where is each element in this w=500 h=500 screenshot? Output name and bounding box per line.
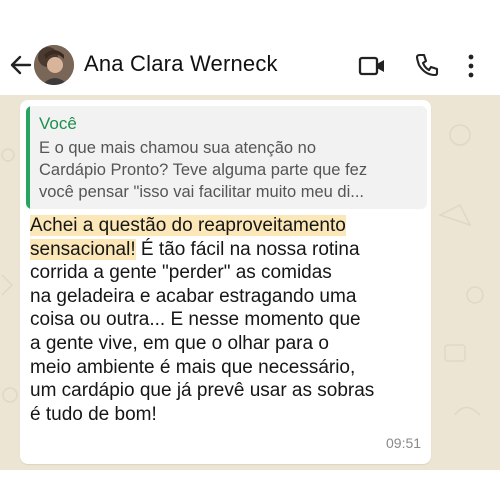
message-timestamp: 09:51 [386,435,422,451]
message-line: é tudo de bom! [30,403,157,425]
message-line: corrida a gente "perder" as comidas [30,262,332,284]
highlighted-text: Achei a questão do reaproveitamento [30,215,346,236]
quote-text: E o que mais chamou sua atenção no Cardá… [39,137,419,203]
message-line: um cardápio que já prevê usar as sobras [30,380,375,402]
phone-icon[interactable] [414,52,440,83]
quote-line: você pensar "isso vai facilitar muito me… [39,183,364,201]
quoted-message[interactable]: Você E o que mais chamou sua atenção no … [26,106,427,209]
message-line: meio ambiente é mais que necessário, [30,356,356,378]
highlighted-text: sensacional! [30,238,136,260]
video-call-icon[interactable] [358,55,386,82]
message-line: coisa ou outra... E nesse momento que [30,309,361,331]
message-text: Achei a questão do reaproveitamento sens… [30,214,420,426]
bottom-margin [0,470,500,500]
back-arrow-icon[interactable] [8,52,34,78]
message-line: na geladeira e acabar estragando uma [30,285,357,307]
message-line: a gente vive, em que o olhar para o [30,332,329,354]
quote-accent-bar [26,106,30,209]
quote-line: E o que mais chamou sua atenção no [39,139,317,157]
quote-line: Cardápio Pronto? Teve alguma parte que f… [39,161,368,179]
chat-header: Ana Clara Werneck [0,0,500,95]
more-options-icon[interactable] [466,54,476,83]
quote-author: Você [39,114,77,133]
avatar[interactable] [34,45,74,85]
contact-name[interactable]: Ana Clara Werneck [84,51,278,77]
message-text-span: É tão fácil na nossa rotina [135,238,360,260]
message-line: sensacional! É tão fácil na nossa rotina [30,238,420,262]
message-line: Achei a questão do reaproveitamento [30,214,420,238]
